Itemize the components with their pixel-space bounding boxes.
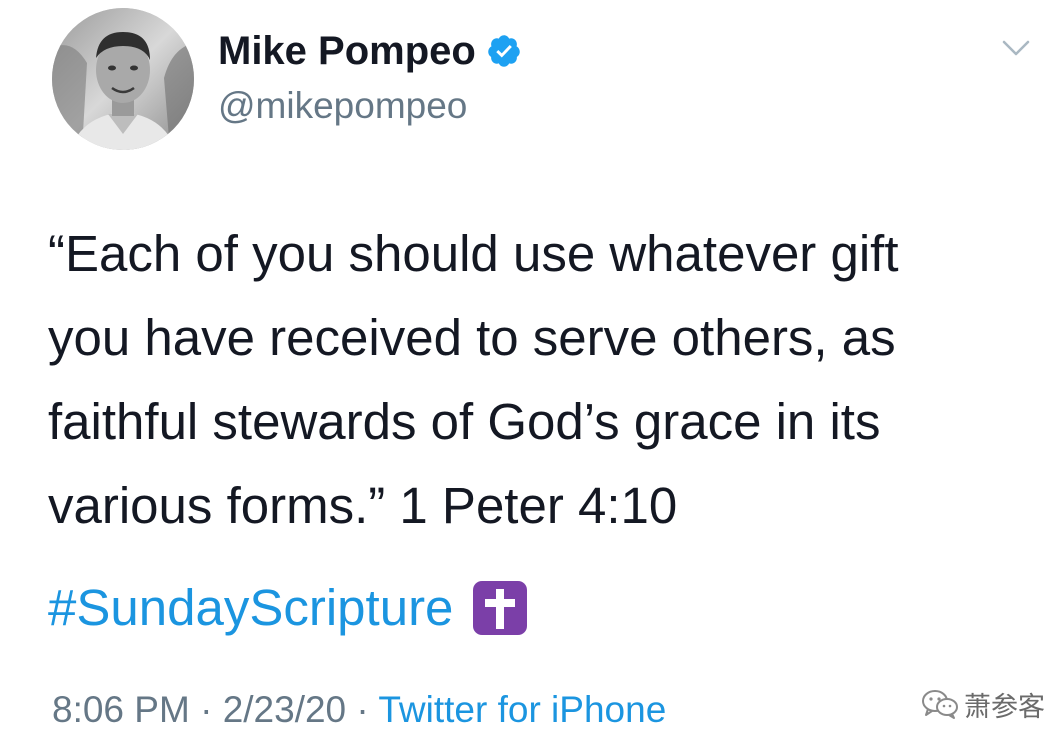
display-name-text: Mike Pompeo	[218, 29, 476, 73]
hashtag-link[interactable]: #SundayScripture	[48, 572, 453, 644]
watermark: 萧参客	[920, 684, 1045, 724]
tweet-text-line: “Each of you should use whatever gift	[48, 225, 899, 282]
tweet-body-text: “Each of you should use whatever gift yo…	[48, 212, 1028, 548]
tweet-text-line: you have received to serve others, as	[48, 309, 896, 366]
tweet-time[interactable]: 8:06 PM	[52, 689, 190, 730]
avatar-photo-icon	[52, 8, 194, 150]
author-display-name[interactable]: Mike Pompeo	[218, 28, 522, 74]
tweet-card: Mike Pompeo @mikepompeo “Each of you sho…	[0, 0, 1048, 750]
meta-separator: ·	[346, 689, 379, 730]
tweet-text-line: faithful stewards of God’s grace in its	[48, 393, 881, 450]
watermark-text: 萧参客	[964, 691, 1045, 723]
tweet-date[interactable]: 2/23/20	[223, 689, 346, 730]
tweet-source-link[interactable]: Twitter for iPhone	[378, 689, 666, 730]
author-avatar[interactable]	[52, 8, 194, 150]
tweet-meta: 8:06 PM · 2/23/20 · Twitter for iPhone	[52, 686, 666, 734]
verified-badge-icon	[486, 33, 522, 69]
chevron-down-icon[interactable]	[1000, 36, 1032, 60]
author-handle[interactable]: @mikepompeo	[218, 84, 467, 128]
hashtag-row: #SundayScripture	[48, 572, 529, 644]
latin-cross-emoji-icon	[471, 579, 529, 637]
tweet-text-line: various forms.” 1 Peter 4:10	[48, 477, 678, 534]
wechat-icon	[920, 688, 960, 720]
meta-separator: ·	[189, 689, 223, 730]
